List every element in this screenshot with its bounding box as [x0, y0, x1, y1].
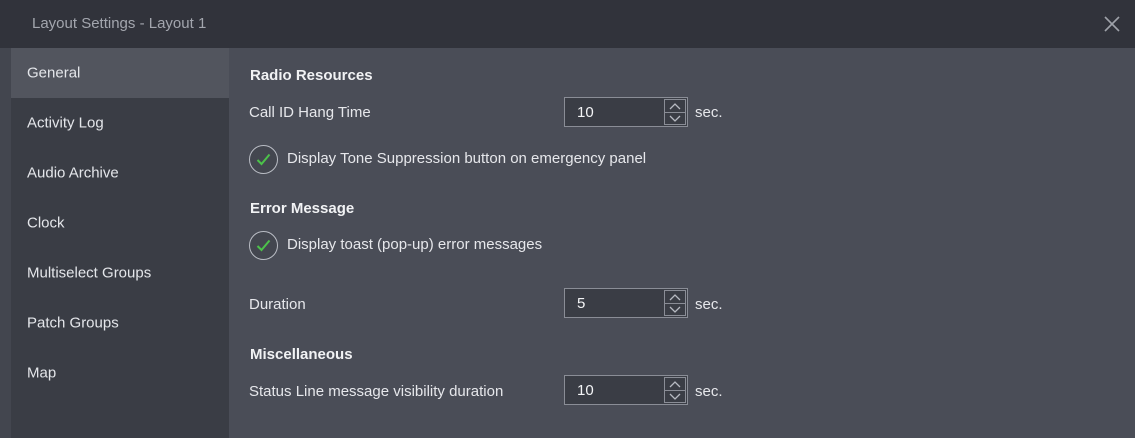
checkmark-icon [256, 153, 271, 166]
duration-unit: sec. [695, 296, 723, 313]
stepper-buttons [664, 99, 686, 125]
sidebar-item-clock[interactable]: Clock [11, 198, 229, 248]
decrement-button[interactable] [665, 303, 685, 315]
call-id-hang-time-label: Call ID Hang Time [249, 104, 371, 121]
stepper-buttons [664, 290, 686, 316]
sidebar-item-label: Activity Log [27, 114, 104, 132]
chevron-up-icon [669, 294, 681, 301]
miscellaneous-heading: Miscellaneous [250, 346, 353, 363]
status-line-duration-stepper [564, 375, 688, 405]
sidebar-item-label: General [27, 64, 81, 82]
settings-sidebar: General Activity Log Audio Archive Clock… [11, 48, 229, 438]
toast-error-label: Display toast (pop-up) error messages [287, 236, 543, 253]
decrement-button[interactable] [665, 112, 685, 124]
title-bar: Layout Settings - Layout 1 [0, 0, 1135, 48]
call-id-hang-time-stepper [564, 97, 688, 127]
stepper-buttons [664, 377, 686, 403]
sidebar-item-label: Patch Groups [27, 314, 119, 332]
sidebar-item-patch-groups[interactable]: Patch Groups [11, 298, 229, 348]
sidebar-item-map[interactable]: Map [11, 348, 229, 398]
chevron-down-icon [669, 393, 681, 400]
toast-error-checkbox[interactable] [249, 231, 278, 260]
sidebar-item-label: Clock [27, 214, 65, 232]
tone-suppression-checkbox[interactable] [249, 145, 278, 174]
increment-button[interactable] [665, 291, 685, 303]
tone-suppression-label: Display Tone Suppression button on emerg… [287, 150, 647, 167]
duration-input[interactable] [565, 289, 662, 317]
sidebar-item-label: Map [27, 364, 57, 382]
close-button[interactable] [1099, 11, 1125, 37]
sidebar-item-audio-archive[interactable]: Audio Archive [11, 148, 229, 198]
chevron-down-icon [669, 115, 681, 122]
close-icon [1104, 16, 1120, 32]
sidebar-item-label: Audio Archive [27, 164, 119, 182]
sidebar-item-label: Multiselect Groups [27, 264, 152, 282]
duration-stepper [564, 288, 688, 318]
chevron-up-icon [669, 103, 681, 110]
error-message-heading: Error Message [250, 200, 355, 217]
dialog-title: Layout Settings - Layout 1 [32, 15, 207, 32]
checkmark-icon [256, 239, 271, 252]
toast-error-option[interactable]: Display toast (pop-up) error messages [249, 231, 609, 261]
call-id-unit: sec. [695, 104, 723, 121]
status-line-duration-label: Status Line message visibility duration [249, 383, 504, 400]
sidebar-item-activity-log[interactable]: Activity Log [11, 98, 229, 148]
sidebar-item-multiselect-groups[interactable]: Multiselect Groups [11, 248, 229, 298]
increment-button[interactable] [665, 378, 685, 390]
increment-button[interactable] [665, 100, 685, 112]
call-id-hang-time-input[interactable] [565, 98, 662, 126]
tone-suppression-option[interactable]: Display Tone Suppression button on emerg… [249, 145, 729, 175]
general-settings-panel: Radio Resources Call ID Hang Time sec. D… [229, 48, 1135, 438]
status-line-unit: sec. [695, 383, 723, 400]
chevron-up-icon [669, 381, 681, 388]
radio-resources-heading: Radio Resources [250, 67, 373, 84]
chevron-down-icon [669, 306, 681, 313]
sidebar-item-general[interactable]: General [11, 48, 229, 98]
duration-label: Duration [249, 296, 306, 313]
decrement-button[interactable] [665, 390, 685, 402]
layout-settings-dialog: Layout Settings - Layout 1 General Activ… [0, 0, 1135, 438]
status-line-duration-input[interactable] [565, 376, 662, 404]
